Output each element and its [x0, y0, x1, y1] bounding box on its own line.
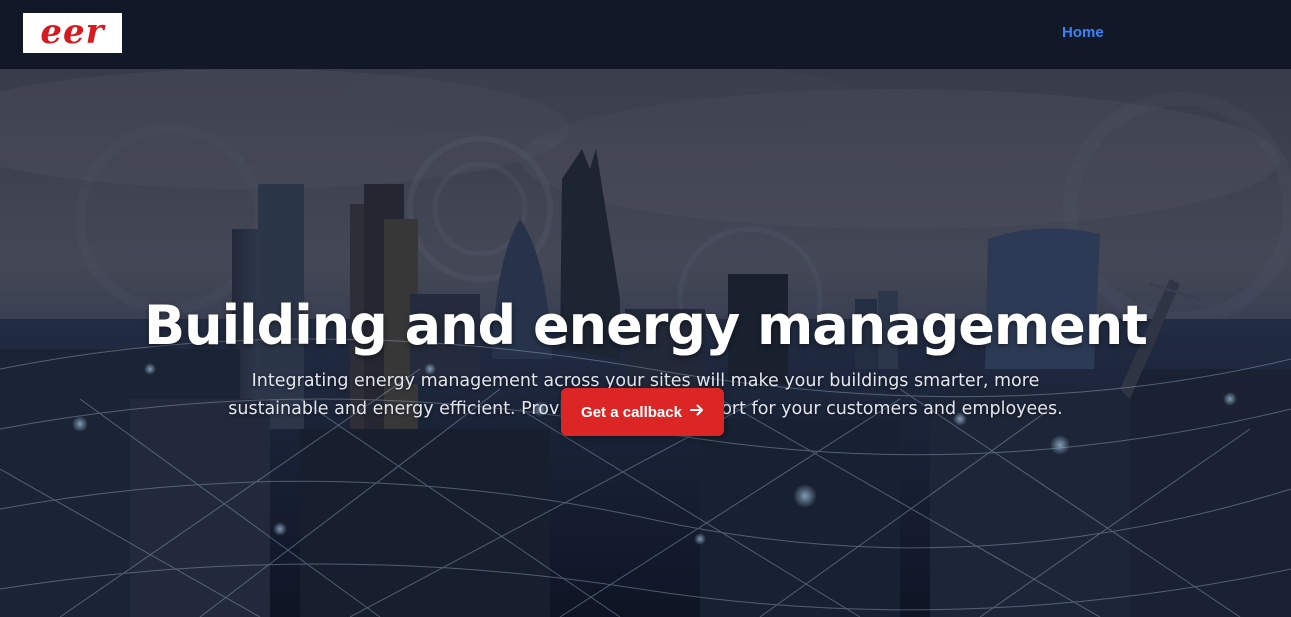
get-callback-button[interactable]: Get a callback	[561, 388, 724, 436]
cta-label: Get a callback	[581, 403, 682, 421]
nav-link-home[interactable]: Home	[1062, 24, 1104, 41]
hero-section: Building and energy management Integrati…	[0, 69, 1291, 617]
hero-title: Building and energy management	[143, 294, 1148, 357]
site-header: eer Home	[0, 0, 1291, 69]
arrow-right-icon	[689, 404, 704, 420]
site-logo[interactable]: eer	[23, 13, 122, 53]
logo-text: eer	[40, 12, 105, 52]
